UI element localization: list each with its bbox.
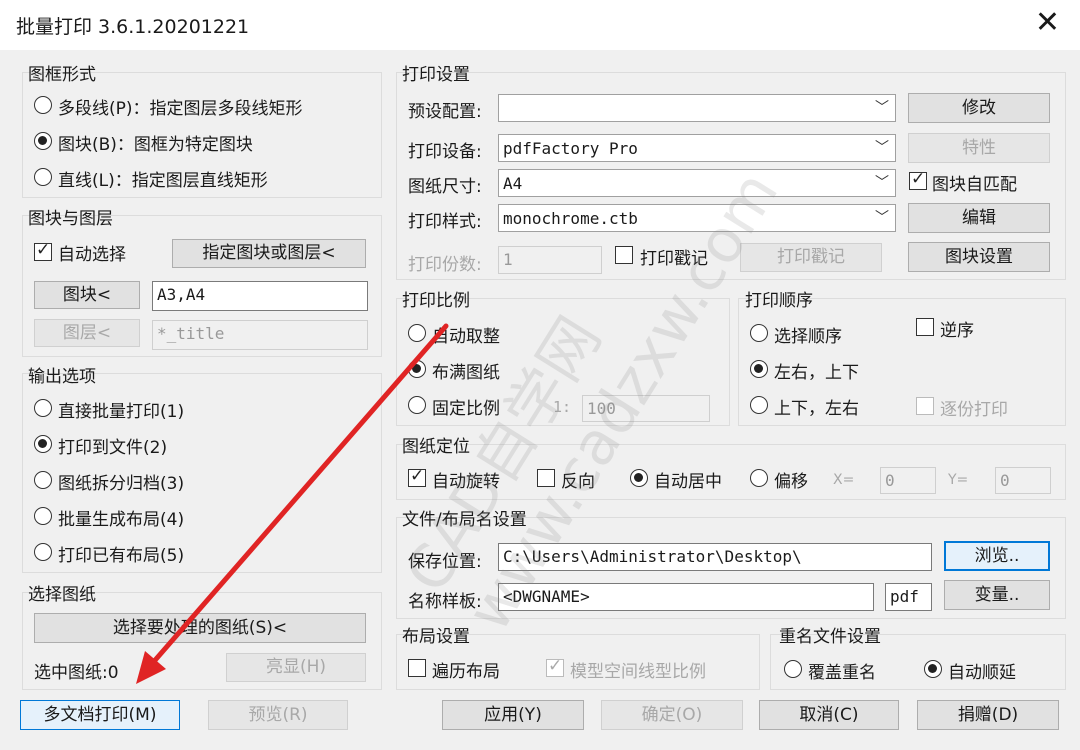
annotation-arrow — [136, 323, 449, 684]
